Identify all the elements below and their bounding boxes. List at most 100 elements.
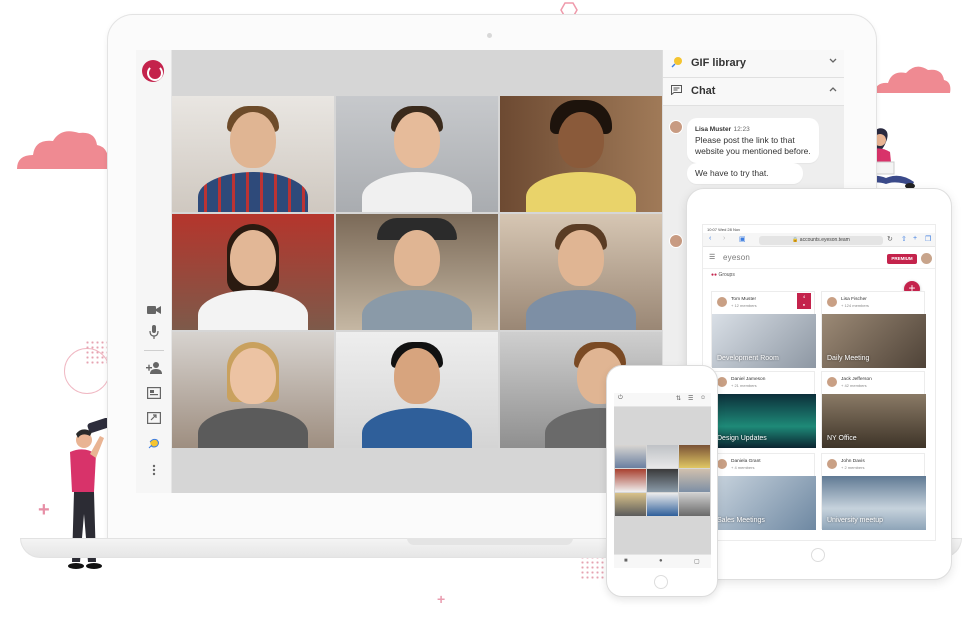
group-title: Sales Meetings <box>717 517 765 524</box>
laptop-camera <box>487 33 492 38</box>
camera-icon[interactable]: ■ <box>624 558 628 564</box>
power-icon[interactable]: ⏻ <box>618 395 623 402</box>
message-text: Please post the link to that website you… <box>695 134 811 157</box>
brand-logo: eyeson <box>723 253 750 262</box>
group-card[interactable]: Daniel Jameson + 21 members Design Updat… <box>711 371 816 448</box>
participant-video[interactable] <box>500 96 662 212</box>
group-card[interactable]: Daniela Grant + 4 members Sales Meetings <box>711 453 816 530</box>
phone-home-button <box>654 575 668 589</box>
groups-icon: ●● <box>711 272 718 278</box>
status-badge: 4 ● <box>797 293 811 309</box>
lock-icon: 🔒 <box>792 237 799 243</box>
group-card[interactable]: Jack Jefferson + 42 members NY Office <box>821 371 926 448</box>
status-date: Wed 28 Nov <box>718 227 741 232</box>
participant-video[interactable] <box>647 469 678 492</box>
participant-video[interactable] <box>647 445 678 468</box>
tablet-screen: 10:07 Wed 28 Nov ‹ › ▣ 🔒 accounts.eyeson… <box>702 224 936 541</box>
group-members: + 2 members <box>841 465 865 470</box>
message-time: 12:23 <box>733 126 750 133</box>
chevron-up-icon[interactable] <box>829 84 837 95</box>
gif-icon[interactable] <box>145 436 163 454</box>
participant-video[interactable] <box>679 469 710 492</box>
plus-decoration: + <box>38 499 50 521</box>
chevron-down-icon[interactable] <box>829 56 837 67</box>
app-header: ☰ eyeson PREMIUM <box>703 247 935 269</box>
avatar[interactable] <box>921 253 932 264</box>
avatar <box>669 234 683 248</box>
participant-video[interactable] <box>679 493 710 516</box>
laptop-notch <box>407 538 573 545</box>
app-sidebar <box>136 50 172 493</box>
group-card[interactable]: Tom Muster + 12 members 4 ● Development R… <box>711 291 816 368</box>
phone-controls: ■ ● ▢ <box>614 554 711 568</box>
add-user-icon[interactable]: ☺ <box>700 395 706 401</box>
gif-library-label: GIF library <box>691 57 747 69</box>
camera-switch-icon[interactable]: ⇅ <box>676 395 681 402</box>
participant-video[interactable] <box>172 332 334 448</box>
forward-icon[interactable]: › <box>723 235 725 242</box>
new-tab-icon[interactable]: + <box>913 235 917 242</box>
logo-icon[interactable] <box>142 60 164 82</box>
screen-share-icon[interactable]: ▢ <box>694 558 700 565</box>
phone-video-grid <box>615 445 710 517</box>
participant-video[interactable] <box>679 445 710 468</box>
group-members: + 42 members <box>841 383 867 388</box>
group-owner: Daniel Jameson <box>731 377 766 382</box>
participant-video[interactable] <box>336 214 498 330</box>
group-card[interactable]: Lisa Fischer + 124 members Daily Meeting <box>821 291 926 368</box>
group-title: Design Updates <box>717 435 767 442</box>
menu-icon[interactable]: ☰ <box>688 395 693 402</box>
group-members: + 124 members <box>841 303 869 308</box>
avatar <box>717 459 727 469</box>
participant-video[interactable] <box>647 493 678 516</box>
chat-header[interactable]: Chat <box>663 78 844 106</box>
group-title: University meetup <box>827 517 884 524</box>
back-icon[interactable]: ‹ <box>709 235 711 242</box>
tablet-home-button <box>811 548 825 562</box>
gif-library-header[interactable]: GIF library <box>663 50 844 78</box>
participant-video[interactable] <box>336 332 498 448</box>
avatar <box>827 377 837 387</box>
bookmarks-icon[interactable]: ▣ <box>739 235 746 243</box>
screen-share-icon[interactable] <box>145 386 163 404</box>
chat-message: We have to try that. <box>687 163 803 185</box>
group-owner: Lisa Fischer <box>841 297 867 302</box>
add-user-icon[interactable] <box>145 361 163 379</box>
groups-tab[interactable]: ●● Groups <box>711 272 735 278</box>
participant-video[interactable] <box>172 96 334 212</box>
chat-label: Chat <box>691 85 716 97</box>
groups-label: Groups <box>718 272 735 278</box>
group-title: Daily Meeting <box>827 355 870 362</box>
plus-decoration: + <box>437 591 446 607</box>
premium-button[interactable]: PREMIUM <box>887 254 917 264</box>
more-icon[interactable] <box>145 463 163 481</box>
participant-video[interactable] <box>172 214 334 330</box>
tabs-icon[interactable]: ❐ <box>925 235 931 243</box>
presentation-icon[interactable] <box>145 411 163 429</box>
participant-video[interactable] <box>500 214 662 330</box>
group-members: + 12 members <box>731 303 757 308</box>
url-field[interactable]: 🔒 accounts.eyeson.team <box>759 236 883 245</box>
camera-icon[interactable] <box>145 302 163 320</box>
status-time: 10:07 <box>707 227 718 232</box>
video-grid <box>172 96 662 493</box>
participant-video[interactable] <box>615 445 646 468</box>
participant-video[interactable] <box>615 469 646 492</box>
participant-video[interactable] <box>615 493 646 516</box>
menu-icon[interactable]: ☰ <box>709 253 715 261</box>
group-owner: Tom Muster <box>731 297 757 302</box>
group-card[interactable]: John Davis + 2 members University meetup <box>821 453 926 530</box>
reload-icon[interactable]: ↻ <box>887 235 893 243</box>
share-icon[interactable]: ⇧ <box>901 235 907 243</box>
participant-video[interactable] <box>336 96 498 212</box>
cloud-decoration <box>17 131 110 169</box>
gif-icon <box>671 56 683 71</box>
group-owner: Daniela Grant <box>731 459 761 464</box>
group-members: + 21 members <box>731 383 757 388</box>
microphone-icon[interactable]: ● <box>659 558 663 564</box>
microphone-icon[interactable] <box>145 325 163 343</box>
dots-decoration <box>580 555 608 579</box>
group-owner: John Davis <box>841 459 865 464</box>
avatar <box>827 459 837 469</box>
phone-app-header: ⏻ ⇅ ☰ ☺ <box>614 393 711 407</box>
